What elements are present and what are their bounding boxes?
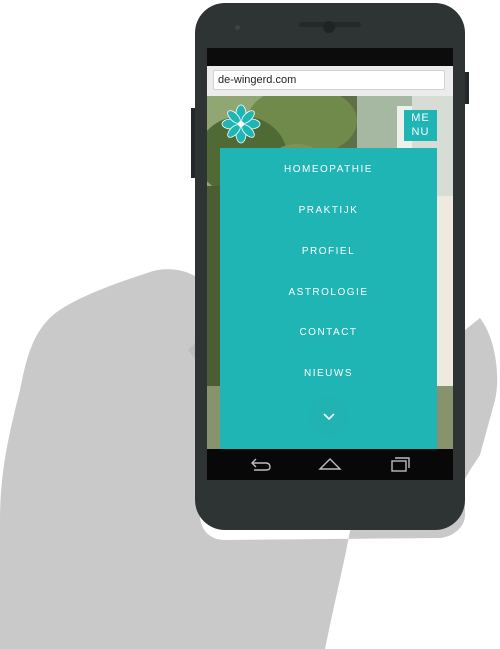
menu-button-label-top: ME [411, 112, 430, 124]
menu-button[interactable]: ME NU [404, 110, 437, 141]
power-button[interactable] [465, 72, 469, 104]
phone-sensor [235, 25, 240, 30]
status-bar [207, 48, 453, 66]
menu-item-homeopathie[interactable]: HOMEOPATHIE [220, 164, 437, 175]
android-nav-bar [207, 449, 453, 480]
menu-button-label-bottom: NU [411, 126, 430, 138]
recents-icon[interactable] [386, 453, 414, 475]
menu-item-profiel[interactable]: PROFIEL [220, 246, 437, 257]
phone-camera [323, 21, 335, 33]
flower-logo-icon[interactable] [221, 104, 261, 144]
chevron-down-icon [323, 413, 335, 421]
scroll-down-button[interactable] [309, 397, 349, 437]
phone-screen: de-wingerd.com ME NU HOMEOPATHIE PRAKTIJ… [207, 48, 453, 480]
browser-address-bar: de-wingerd.com [207, 66, 453, 97]
webpage: ME NU HOMEOPATHIE PRAKTIJK PROFIEL ASTRO… [207, 96, 453, 449]
menu-item-praktijk[interactable]: PRAKTIJK [220, 205, 437, 216]
home-icon[interactable] [316, 453, 344, 475]
menu-item-nieuws[interactable]: NIEUWS [220, 368, 437, 379]
url-field[interactable]: de-wingerd.com [213, 70, 445, 90]
menu-item-astrologie[interactable]: ASTROLOGIE [220, 287, 437, 298]
volume-button[interactable] [191, 108, 195, 178]
back-icon[interactable] [246, 453, 274, 475]
menu-item-contact[interactable]: CONTACT [220, 327, 437, 338]
